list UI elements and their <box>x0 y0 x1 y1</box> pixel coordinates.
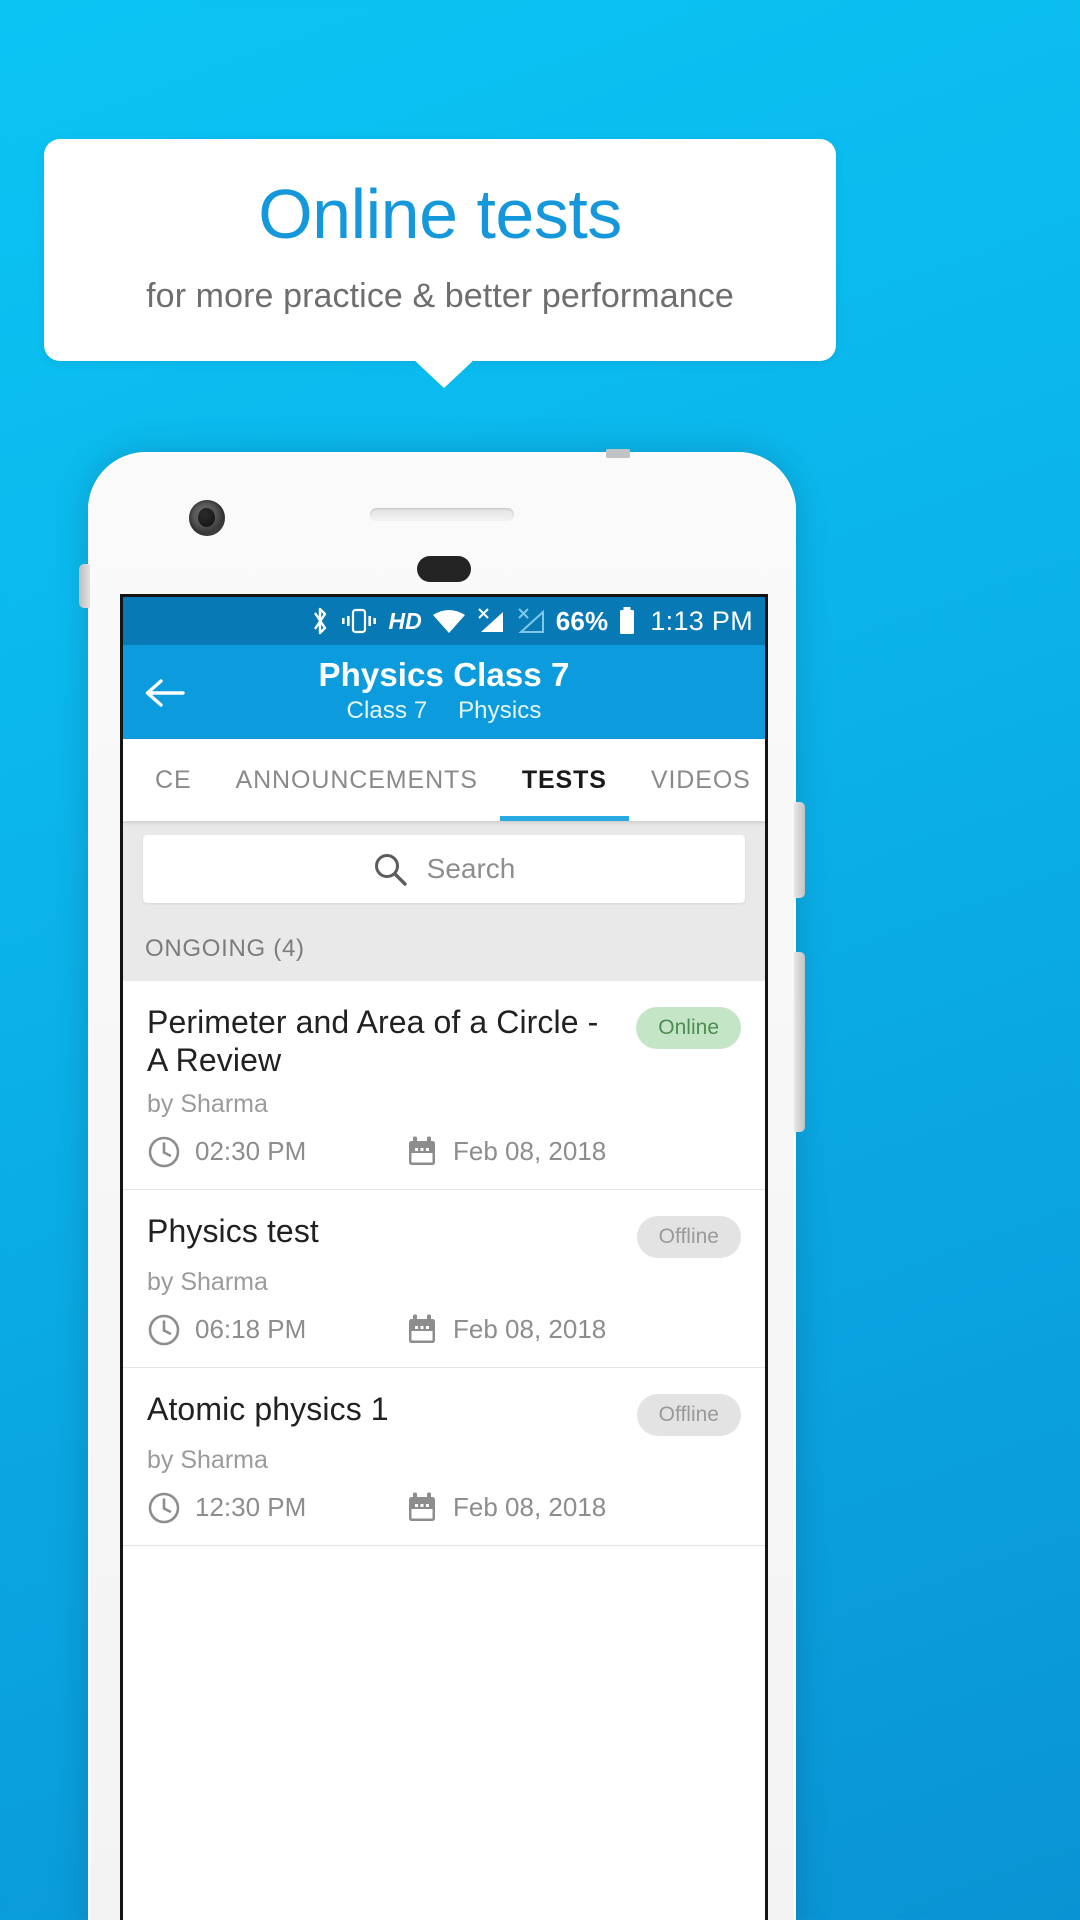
app-screen: HD 66% 1:13 PM Physics Class 7 Class 7 P… <box>120 594 768 1920</box>
item-meta-row: 06:18 PM Feb 08, 2018 <box>147 1313 741 1347</box>
test-date: Feb 08, 2018 <box>405 1491 606 1525</box>
item-meta-row: 02:30 PM Feb 08, 2018 <box>147 1135 741 1169</box>
test-time-label: 02:30 PM <box>195 1136 307 1167</box>
tab-ce[interactable]: CE <box>133 739 214 821</box>
breadcrumb-class: Class 7 <box>346 697 428 725</box>
test-author: by Sharma <box>147 1089 268 1118</box>
promo-bubble: Online tests for more practice & better … <box>44 139 836 361</box>
calendar-icon <box>405 1491 439 1525</box>
app-toolbar: Physics Class 7 Class 7 Physics <box>123 645 765 739</box>
item-header-row: Atomic physics 1 Offline <box>147 1390 741 1436</box>
status-badge: Online <box>636 1007 741 1049</box>
tests-list: Perimeter and Area of a Circle - A Revie… <box>123 981 765 1546</box>
battery-percent-label: 66% <box>555 605 609 636</box>
back-arrow-icon[interactable] <box>143 673 187 713</box>
antenna-strip <box>606 449 630 458</box>
test-time-label: 12:30 PM <box>195 1492 307 1523</box>
signal-1-icon <box>476 607 506 635</box>
test-title: Perimeter and Area of a Circle - A Revie… <box>147 1004 599 1079</box>
earpiece-speaker <box>370 508 514 521</box>
breadcrumb-subject: Physics <box>458 697 542 725</box>
phone-mockup: HD 66% 1:13 PM Physics Class 7 Class 7 P… <box>79 449 805 1920</box>
promo-title: Online tests <box>258 174 622 253</box>
test-date-label: Feb 08, 2018 <box>453 1314 607 1345</box>
test-time: 06:18 PM <box>147 1313 405 1347</box>
home-button[interactable] <box>417 556 471 582</box>
promo-subtitle: for more practice & better performance <box>146 276 734 315</box>
left-side-button[interactable] <box>79 564 90 608</box>
hd-icon: HD <box>388 607 422 634</box>
front-camera-icon <box>189 500 225 536</box>
test-author: by Sharma <box>147 1445 268 1474</box>
test-time: 02:30 PM <box>147 1135 405 1169</box>
test-author: by Sharma <box>147 1267 268 1296</box>
test-title: Physics test <box>147 1212 319 1249</box>
tab-announcements[interactable]: ANNOUNCEMENTS <box>214 739 500 821</box>
tab-tests[interactable]: TESTS <box>500 739 629 821</box>
toolbar-titles: Physics Class 7 Class 7 Physics <box>123 655 765 728</box>
breadcrumb: Class 7 Physics <box>123 697 765 725</box>
item-header-row: Perimeter and Area of a Circle - A Revie… <box>147 1003 741 1080</box>
search-input[interactable]: Search <box>143 835 745 903</box>
power-button[interactable] <box>794 952 805 1132</box>
section-header-ongoing: ONGOING (4) <box>123 921 765 981</box>
wifi-icon <box>432 608 466 634</box>
tab-active-indicator <box>499 816 629 821</box>
test-date: Feb 08, 2018 <box>405 1135 606 1169</box>
tab-bar: CE ANNOUNCEMENTS TESTS VIDEOS <box>123 739 765 821</box>
clock-icon <box>147 1135 181 1169</box>
signal-2-icon <box>516 607 546 635</box>
volume-button[interactable] <box>794 802 805 898</box>
page-title: Physics Class 7 <box>318 655 570 693</box>
search-placeholder: Search <box>426 853 516 884</box>
test-title: Atomic physics 1 <box>147 1390 389 1427</box>
clock-icon <box>147 1313 181 1347</box>
status-badge: Offline <box>636 1215 741 1258</box>
status-badge: Offline <box>636 1393 741 1436</box>
clock-label: 1:13 PM <box>650 605 753 636</box>
item-meta-row: 12:30 PM Feb 08, 2018 <box>147 1491 741 1525</box>
search-icon <box>373 852 407 886</box>
list-item[interactable]: Atomic physics 1 Offline by Sharma 12:30… <box>123 1368 765 1546</box>
calendar-icon <box>405 1313 439 1347</box>
item-header-row: Physics test Offline <box>147 1212 741 1258</box>
promo-bubble-tail <box>412 358 476 388</box>
test-time-label: 06:18 PM <box>195 1314 307 1345</box>
list-item[interactable]: Perimeter and Area of a Circle - A Revie… <box>123 981 765 1190</box>
calendar-icon <box>405 1135 439 1169</box>
test-date-label: Feb 08, 2018 <box>453 1492 607 1523</box>
test-time: 12:30 PM <box>147 1491 405 1525</box>
bluetooth-icon <box>310 606 330 636</box>
test-date: Feb 08, 2018 <box>405 1313 606 1347</box>
status-bar: HD 66% 1:13 PM <box>123 597 765 645</box>
test-date-label: Feb 08, 2018 <box>453 1136 607 1167</box>
battery-icon <box>618 606 636 636</box>
clock-icon <box>147 1491 181 1525</box>
list-item[interactable]: Physics test Offline by Sharma 06:18 PM <box>123 1190 765 1368</box>
vibrate-icon <box>340 607 378 635</box>
tab-videos[interactable]: VIDEOS <box>629 739 765 821</box>
search-zone: Search <box>123 821 765 921</box>
